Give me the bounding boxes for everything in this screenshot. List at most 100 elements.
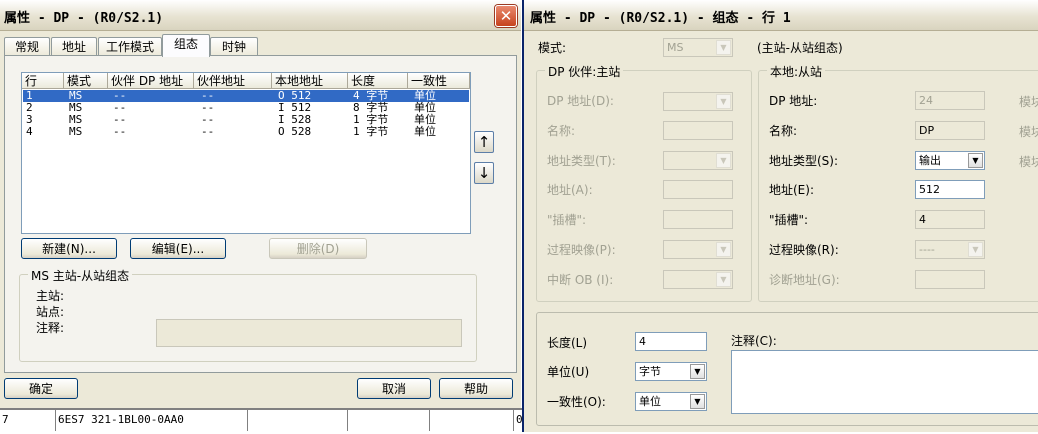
- left-dialog: 属性 - DP - (R0/S2.1) ✕ 常规 地址 工作模式 组态 时钟 行…: [0, 0, 521, 408]
- grid-address-cell: 0: [516, 413, 523, 426]
- cell-length: 1 字节: [353, 125, 389, 138]
- cell-partner-dp: --: [113, 125, 127, 138]
- cell-partner-address: --: [201, 125, 215, 138]
- consistency-select[interactable]: 单位 ▼: [635, 392, 707, 411]
- grid-cell: [348, 410, 430, 431]
- chevron-down-icon: ▼: [716, 94, 731, 109]
- partner-name-label: 名称:: [547, 124, 576, 138]
- grid-cell: [248, 410, 348, 431]
- local-address-field[interactable]: 512: [915, 180, 985, 199]
- local-address-label: 地址(E):: [769, 183, 814, 197]
- chevron-down-icon: ▼: [690, 364, 705, 379]
- partner-slot-field[interactable]: [663, 210, 733, 229]
- local-address-type-label: 地址类型(S):: [769, 154, 839, 168]
- local-name-label: 名称:: [769, 124, 798, 138]
- tab-configuration[interactable]: 组态: [162, 34, 210, 57]
- right-dialog: 属性 - DP - (R0/S2.1) - 组态 - 行 1 模式: MS ▼ …: [522, 0, 1038, 432]
- table-row[interactable]: 3 MS -- -- I 528 1 字节 单位: [23, 114, 469, 126]
- partner-dp-address-label: DP 地址(D):: [547, 94, 614, 108]
- column-header[interactable]: 本地地址: [272, 73, 348, 89]
- comment-label: 注释:: [36, 321, 65, 335]
- table-row[interactable]: 4 MS -- -- O 528 1 字节 单位: [23, 126, 469, 138]
- local-process-image-select[interactable]: ---- ▼: [915, 240, 985, 259]
- dialog-title: 属性 - DP - (R0/S2.1) - 组态 - 行 1: [530, 11, 791, 26]
- background-module-grid: 7 6ES7 321-1BL00-0AA0 0: [0, 408, 523, 434]
- close-button[interactable]: ✕: [495, 5, 517, 27]
- ok-button[interactable]: 确定: [4, 378, 78, 399]
- local-process-image-value: ----: [919, 243, 935, 256]
- unit-select[interactable]: 字节 ▼: [635, 362, 707, 381]
- group-title: MS 主站-从站组态: [28, 267, 133, 284]
- consistency-label: 一致性(O):: [547, 395, 606, 409]
- column-header[interactable]: 长度: [348, 73, 408, 89]
- consistency-value: 单位: [639, 395, 661, 408]
- partner-process-image-label: 过程映像(P):: [547, 243, 616, 257]
- tab-panel: 行 模式 伙伴 DP 地址 伙伴地址 本地地址 长度 一致性 1 MS -- -…: [4, 55, 517, 373]
- mode-note: (主站-从站组态): [757, 41, 843, 55]
- move-up-button[interactable]: ↑: [474, 131, 494, 153]
- partner-address-field[interactable]: [663, 180, 733, 199]
- edit-button[interactable]: 编辑(E)...: [130, 238, 226, 259]
- partner-address-label: 地址(A):: [547, 183, 593, 197]
- length-label: 长度(L): [547, 336, 588, 350]
- local-dp-address-label: DP 地址:: [769, 94, 818, 108]
- dialog-title: 属性 - DP - (R0/S2.1): [4, 11, 164, 26]
- table-row[interactable]: 2 MS -- -- I 512 8 字节 单位: [23, 102, 469, 114]
- grid-order-number-cell: 6ES7 321-1BL00-0AA0: [56, 410, 248, 431]
- unit-label: 单位(U): [547, 365, 590, 379]
- local-slot-field[interactable]: 4: [915, 210, 985, 229]
- comment-label: 注释(C):: [731, 334, 777, 348]
- length-field[interactable]: 4: [635, 332, 707, 351]
- delete-button[interactable]: 删除(D): [269, 238, 367, 259]
- cell-local-address: O 528: [278, 125, 312, 138]
- column-header[interactable]: 模式: [64, 73, 108, 89]
- module-label: 模块: [1019, 95, 1038, 109]
- partner-dp-address-select[interactable]: ▼: [663, 92, 733, 111]
- chevron-down-icon: ▼: [968, 153, 983, 168]
- cell-consistency: 单位: [414, 125, 436, 138]
- mode-label: 模式:: [538, 41, 567, 55]
- configuration-table[interactable]: 行 模式 伙伴 DP 地址 伙伴地址 本地地址 长度 一致性 1 MS -- -…: [21, 72, 471, 234]
- column-header[interactable]: 伙伴地址: [194, 73, 272, 89]
- local-name-field[interactable]: DP: [915, 121, 985, 140]
- move-down-button[interactable]: ↓: [474, 162, 494, 184]
- comment-textarea[interactable]: [731, 350, 1038, 414]
- table-row[interactable]: 1 MS -- -- O 512 4 字节 单位: [23, 90, 469, 102]
- column-header[interactable]: 行: [22, 73, 64, 89]
- partner-address-type-select[interactable]: ▼: [663, 151, 733, 170]
- grid-slot-cell: 7: [0, 410, 56, 431]
- partner-process-image-select[interactable]: ▼: [663, 240, 733, 259]
- diagnostic-address-field[interactable]: [915, 270, 985, 289]
- chevron-down-icon: ▼: [968, 242, 983, 257]
- cancel-button[interactable]: 取消: [357, 378, 431, 399]
- title-bar[interactable]: 属性 - DP - (R0/S2.1) ✕: [0, 0, 521, 31]
- cell-line: 4: [26, 125, 33, 138]
- bottom-panel: 长度(L) 4 单位(U) 字节 ▼ 一致性(O): 单位 ▼ 注释(C):: [536, 312, 1038, 426]
- group-title: DP 伙伴:主站: [545, 63, 624, 80]
- mode-select[interactable]: MS ▼: [663, 38, 733, 57]
- column-header[interactable]: 伙伴 DP 地址: [108, 73, 194, 89]
- local-process-image-label: 过程映像(R):: [769, 243, 839, 257]
- tab-general[interactable]: 常规: [4, 37, 50, 56]
- help-button[interactable]: 帮助: [439, 378, 513, 399]
- local-address-type-select[interactable]: 输出 ▼: [915, 151, 985, 170]
- partner-name-field[interactable]: [663, 121, 733, 140]
- partner-interrupt-ob-select[interactable]: ▼: [663, 270, 733, 289]
- tab-operating-mode[interactable]: 工作模式: [98, 37, 162, 56]
- master-label: 主站:: [36, 289, 65, 303]
- partner-group: DP 伙伴:主站 DP 地址(D): ▼ 名称: 地址类型(T): ▼ 地址(A…: [536, 63, 752, 302]
- column-header[interactable]: 一致性: [408, 73, 470, 89]
- new-button[interactable]: 新建(N)...: [21, 238, 117, 259]
- comment-field: [156, 319, 462, 347]
- grid-cell: [430, 410, 514, 431]
- partner-slot-label: "插槽":: [547, 213, 587, 227]
- title-bar[interactable]: 属性 - DP - (R0/S2.1) - 组态 - 行 1: [524, 0, 1038, 31]
- local-dp-address-field[interactable]: 24: [915, 91, 985, 110]
- tab-address[interactable]: 地址: [51, 37, 97, 56]
- cell-mode: MS: [69, 125, 83, 138]
- chevron-down-icon: ▼: [716, 242, 731, 257]
- partner-interrupt-ob-label: 中断 OB (I):: [547, 273, 614, 287]
- tab-clock[interactable]: 时钟: [210, 37, 258, 56]
- group-title: 本地:从站: [767, 63, 826, 80]
- mode-value: MS: [667, 41, 684, 54]
